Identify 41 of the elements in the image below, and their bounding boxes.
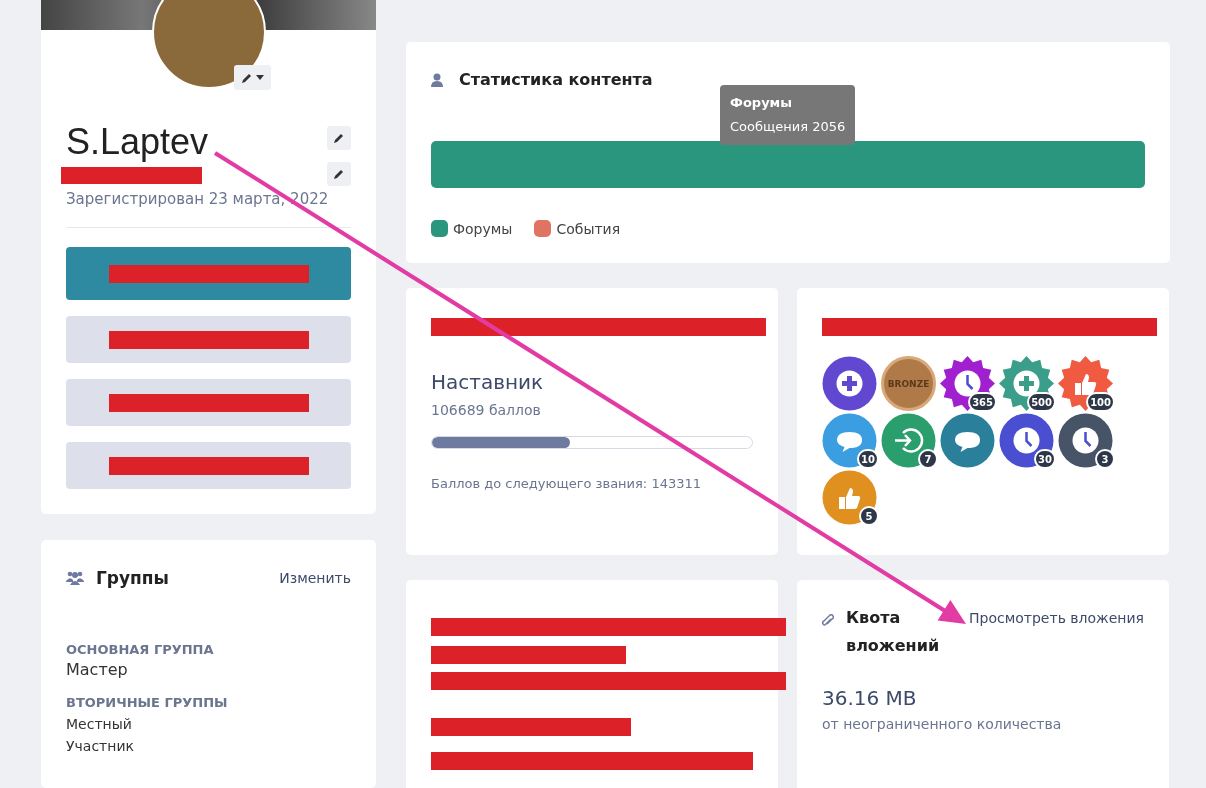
points-text: 106689 баллов — [431, 402, 542, 418]
card-title: Статистика контента — [459, 70, 653, 89]
badge-count: 3 — [1095, 449, 1115, 469]
pencil-icon — [333, 132, 345, 144]
profile-menu-button[interactable] — [66, 379, 351, 426]
edit-name-button[interactable] — [327, 126, 351, 150]
group-name: Участник — [66, 738, 135, 754]
legend-label: Форумы — [453, 220, 513, 237]
badge-count: 10 — [857, 449, 879, 469]
badge-count: 100 — [1086, 392, 1115, 412]
profile-menu-button[interactable] — [66, 442, 351, 489]
badge-count: 5 — [859, 506, 879, 526]
group-name: Мастер — [66, 660, 129, 679]
group-name: Местный — [66, 716, 133, 732]
legend-label: События — [556, 220, 621, 237]
card-title: Квота вложений — [846, 607, 941, 657]
badge-count: 365 — [968, 392, 997, 412]
caret-icon — [256, 75, 264, 80]
bronze-medal-badge: BRONZE — [881, 356, 936, 411]
view-attachments-link[interactable]: Просмотреть вложения — [969, 610, 1144, 626]
card-title: Группы — [96, 568, 170, 588]
section-label: ОСНОВНАЯ ГРУППА — [66, 642, 215, 657]
badge-count: 7 — [918, 449, 938, 469]
next-rank-text: Баллов до следующего звания: 143311 — [431, 476, 702, 491]
quota-limit-text: от неограниченного количества — [822, 716, 1063, 732]
paperclip-icon — [822, 614, 834, 628]
edit-title-button[interactable] — [327, 162, 351, 186]
users-icon — [66, 571, 84, 585]
badge-count: 500 — [1027, 392, 1056, 412]
username: S.Laptev — [66, 122, 209, 162]
chart-tooltip: Форумы Сообщения 2056 — [720, 85, 856, 145]
profile-menu-button[interactable] — [66, 316, 351, 363]
edit-groups-link[interactable]: Изменить — [279, 570, 351, 586]
avatar-edit-button[interactable] — [234, 65, 271, 90]
pencil-icon — [241, 71, 253, 84]
badge-count: 30 — [1034, 449, 1056, 469]
section-label: ВТОРИЧНЫЕ ГРУППЫ — [66, 695, 229, 710]
rank-name: Наставник — [431, 370, 545, 394]
quota-used: 36.16 MB — [822, 686, 918, 710]
user-icon — [431, 72, 443, 87]
pencil-icon — [333, 168, 345, 180]
